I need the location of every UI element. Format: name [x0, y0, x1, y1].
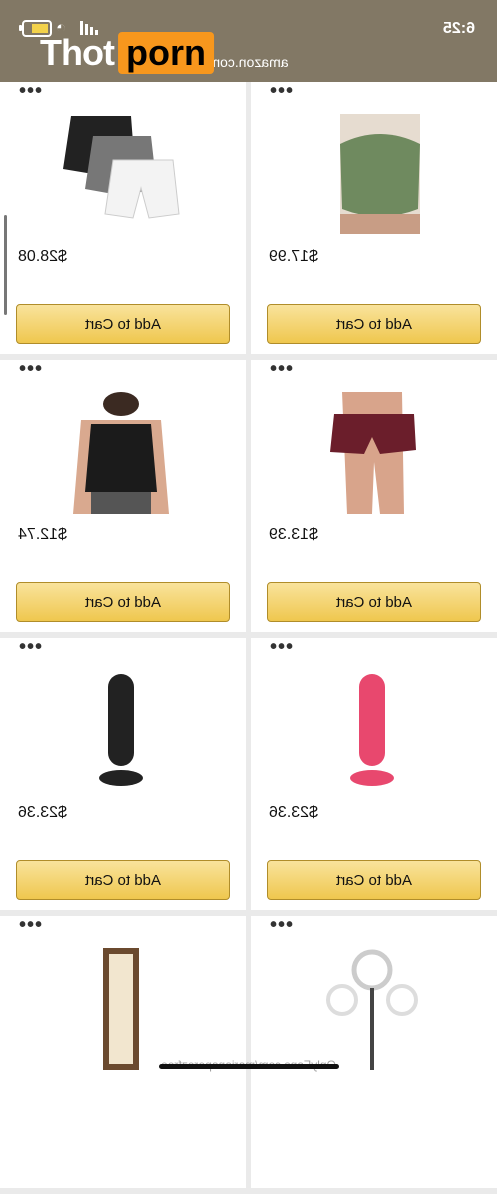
product-grid: ••• $17.99 Add to Cart ••• $28.08 Add to… — [0, 80, 497, 1194]
green-shorts-image[interactable] — [302, 114, 442, 236]
more-icon[interactable]: ••• — [18, 636, 42, 658]
product-card[interactable]: ••• $23.36 Add to Cart — [0, 636, 246, 910]
burgundy-shorts-image[interactable] — [302, 392, 442, 514]
add-to-cart-button[interactable]: Add to Cart — [267, 582, 481, 622]
watermark-text-2: porn — [118, 32, 214, 74]
pink-product-image[interactable] — [302, 670, 442, 792]
shorts-3pack-image[interactable] — [51, 114, 191, 236]
product-row: ••• $13.39 Add to Cart ••• $12.74 Add to… — [0, 358, 497, 632]
more-icon[interactable]: ••• — [18, 80, 42, 102]
product-card[interactable]: ••• $23.36 Add to Cart — [251, 636, 497, 910]
black-crop-top-image[interactable] — [51, 392, 191, 514]
product-card[interactable]: ••• $12.74 Add to Cart — [0, 358, 246, 632]
more-icon[interactable]: ••• — [18, 914, 42, 936]
product-card[interactable]: ••• $28.08 Add to Cart — [0, 80, 246, 354]
price: $12.74 — [18, 526, 67, 543]
add-to-cart-button[interactable]: Add to Cart — [267, 860, 481, 900]
ring-light-image[interactable] — [302, 948, 442, 1070]
browser-top-bar: 6:25 ◔ amazon.com Thot porn — [0, 0, 497, 82]
add-to-cart-button[interactable]: Add to Cart — [16, 582, 230, 622]
watermark-text-1: Thot — [40, 32, 115, 73]
product-row: ••• $17.99 Add to Cart ••• $28.08 Add to… — [0, 80, 497, 354]
screen: 6:25 ◔ amazon.com Thot porn ••• $17.99 A… — [0, 0, 497, 1188]
add-to-cart-button[interactable]: Add to Cart — [267, 304, 481, 344]
product-row: ••• ••• — [0, 914, 497, 1188]
more-icon[interactable]: ••• — [269, 80, 293, 102]
price: $23.36 — [18, 804, 67, 821]
price: $17.99 — [269, 248, 318, 265]
status-time: 6:25 — [442, 20, 475, 37]
add-to-cart-button[interactable]: Add to Cart — [16, 860, 230, 900]
watermark-logo: Thot porn — [40, 28, 214, 78]
more-icon[interactable]: ••• — [269, 636, 293, 658]
product-row: ••• $23.36 Add to Cart ••• $23.36 Add to… — [0, 636, 497, 910]
scrollbar[interactable] — [4, 215, 7, 315]
product-card[interactable]: ••• $17.99 Add to Cart — [251, 80, 497, 354]
more-icon[interactable]: ••• — [269, 914, 293, 936]
home-indicator[interactable] — [159, 1064, 339, 1069]
price: $23.36 — [269, 804, 318, 821]
price: $13.39 — [269, 526, 318, 543]
black-product-image[interactable] — [51, 670, 191, 792]
more-icon[interactable]: ••• — [18, 358, 42, 380]
product-card[interactable]: ••• — [251, 914, 497, 1188]
product-card[interactable]: ••• — [0, 914, 246, 1188]
add-to-cart-button[interactable]: Add to Cart — [16, 304, 230, 344]
floor-lamp-image[interactable] — [51, 948, 191, 1070]
product-card[interactable]: ••• $13.39 Add to Cart — [251, 358, 497, 632]
more-icon[interactable]: ••• — [269, 358, 293, 380]
price: $28.08 — [18, 248, 67, 265]
